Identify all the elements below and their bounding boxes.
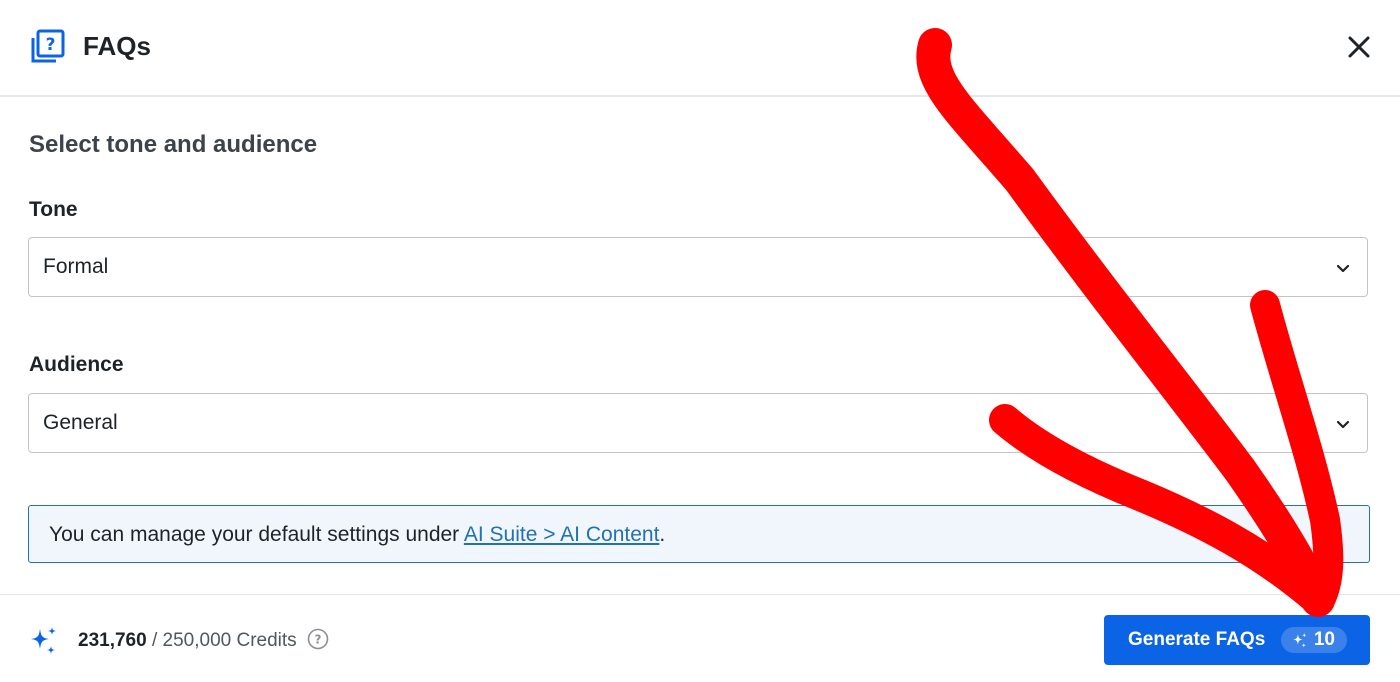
help-icon[interactable]: ? xyxy=(307,628,329,650)
tone-selected-value: Formal xyxy=(43,255,109,278)
audience-selected-value: General xyxy=(43,411,118,434)
chevron-down-icon xyxy=(1336,420,1350,429)
audience-label: Audience xyxy=(29,353,124,376)
tone-label: Tone xyxy=(29,198,78,221)
audience-select[interactable]: General xyxy=(28,393,1368,453)
tone-select[interactable]: Formal xyxy=(28,237,1368,297)
ai-content-settings-link[interactable]: AI Suite > AI Content xyxy=(464,523,660,546)
svg-text:?: ? xyxy=(46,35,56,55)
credits-used: 231,760 xyxy=(78,630,147,651)
notice-text-before: You can manage your default settings und… xyxy=(49,523,464,546)
sparkle-icon xyxy=(31,627,56,654)
generate-faqs-button[interactable]: Generate FAQs 10 xyxy=(1104,615,1370,665)
generate-faqs-label: Generate FAQs xyxy=(1128,629,1266,650)
faqs-modal: ? FAQs Select tone and audience Tone For… xyxy=(0,0,1400,682)
red-arrow-annotation xyxy=(916,28,1344,617)
chevron-down-icon xyxy=(1336,264,1350,273)
settings-notice: You can manage your default settings und… xyxy=(28,505,1370,563)
close-icon[interactable] xyxy=(1344,32,1374,62)
modal-header: ? FAQs xyxy=(0,0,1400,97)
sparkle-icon xyxy=(1292,632,1307,647)
credits-counter: 231,760 / 250,000 Credits ? xyxy=(78,627,329,655)
notice-text: You can manage your default settings und… xyxy=(49,521,665,549)
notice-text-after: . xyxy=(659,523,666,546)
svg-text:?: ? xyxy=(314,632,321,646)
modal-title: FAQs xyxy=(83,31,151,61)
section-title: Select tone and audience xyxy=(29,131,318,158)
credit-cost-value: 10 xyxy=(1313,629,1335,650)
credit-cost-badge: 10 xyxy=(1280,627,1347,653)
modal-footer: 231,760 / 250,000 Credits ? Generate FAQ… xyxy=(0,594,1400,682)
faq-question-icon: ? xyxy=(31,29,65,63)
credits-total: / 250,000 Credits xyxy=(146,630,297,651)
